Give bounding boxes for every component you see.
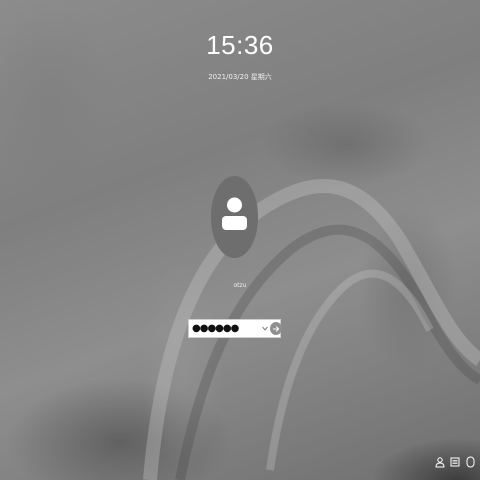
login-submit-button[interactable] [270,322,282,335]
lock-date: 2021/03/20 星期六 [208,73,272,81]
keyboard-layout-icon [450,457,460,467]
password-field[interactable]: ●●●●●● [188,319,282,338]
lock-clock: 15:36 [206,30,274,60]
arrow-right-icon [273,325,280,332]
password-mask: ●●●●●● [192,323,239,334]
keyboard-toggle-icon[interactable] [262,326,268,331]
power-button[interactable] [464,455,476,469]
switch-user-button[interactable] [434,455,446,469]
switch-user-icon [435,456,445,467]
keyboard-layout-button[interactable] [449,455,461,469]
user-avatar[interactable] [211,176,258,258]
user-silhouette-icon [222,197,247,230]
power-icon [466,456,474,468]
user-name: otzu [233,282,247,289]
